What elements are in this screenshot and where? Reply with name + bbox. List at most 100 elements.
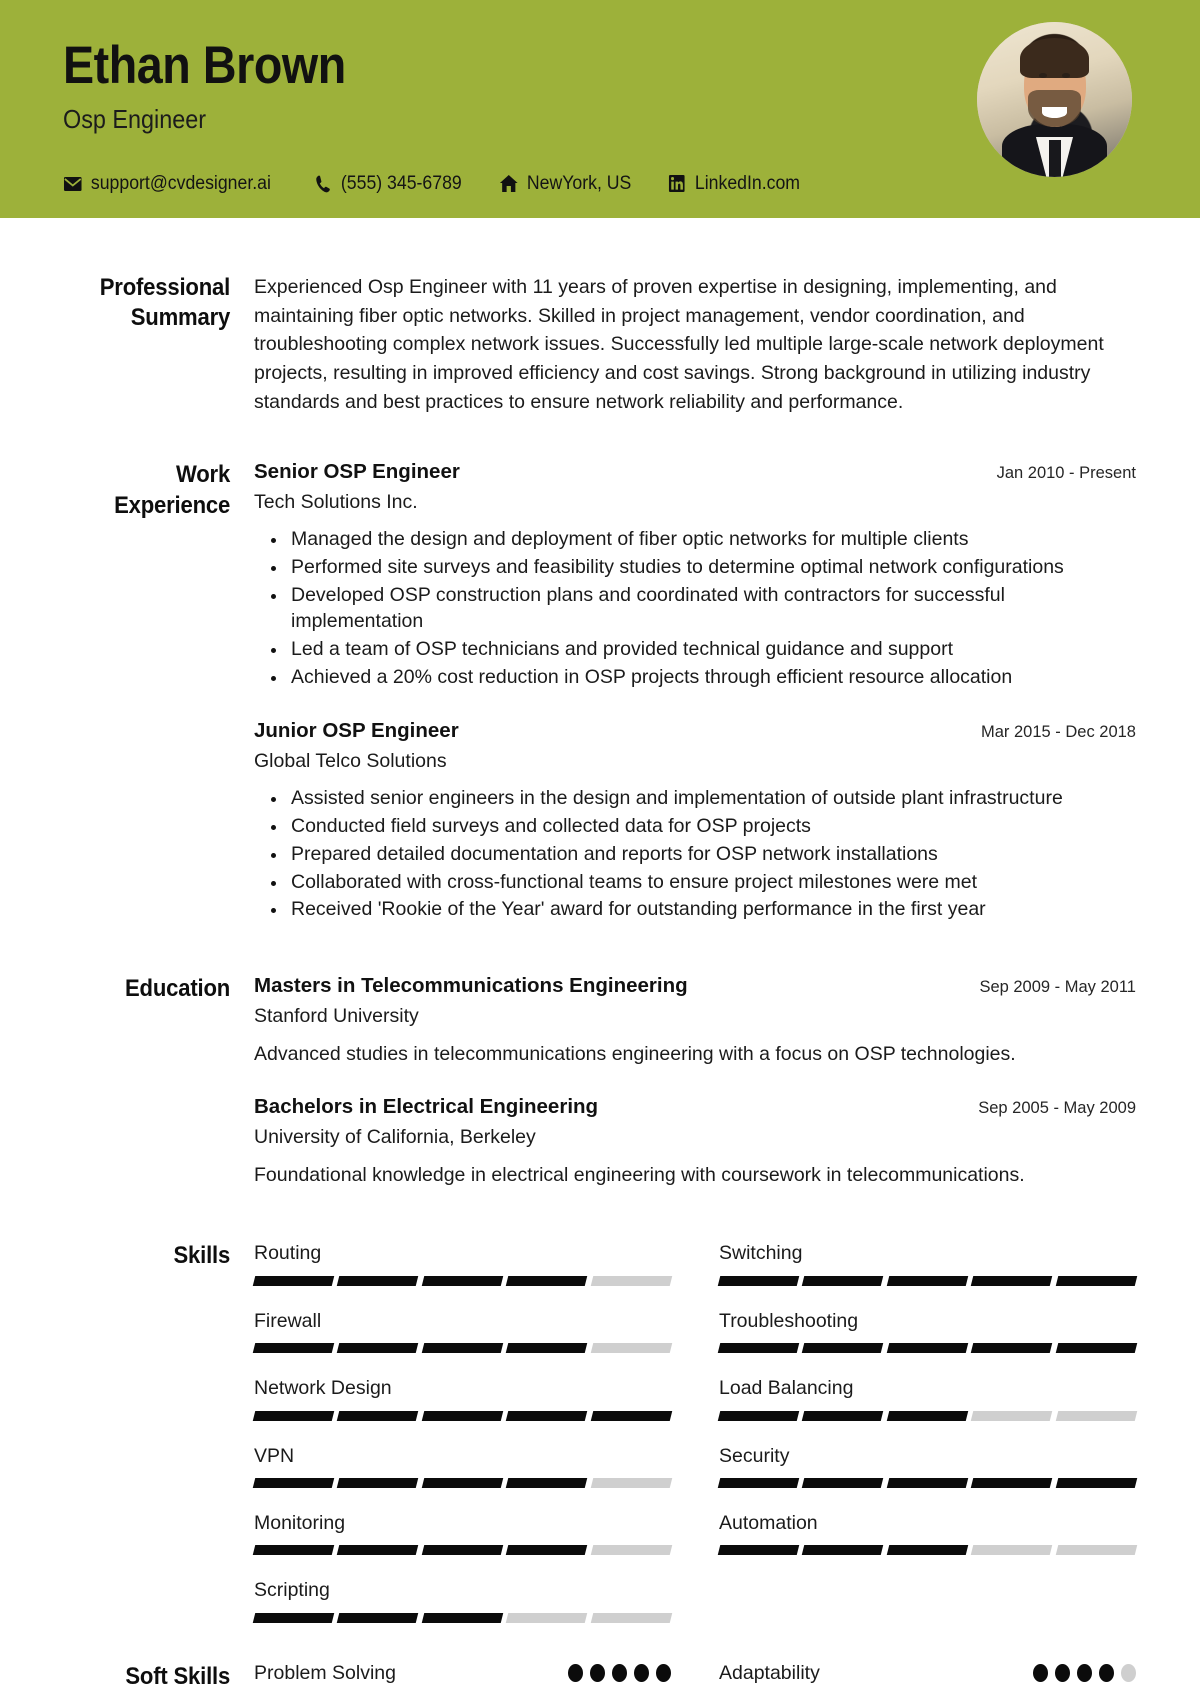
- linkedin-icon: [667, 174, 687, 193]
- skill-segment: [252, 1275, 335, 1286]
- skill-segment: [337, 1410, 420, 1421]
- skill-item: Automation: [717, 1511, 1138, 1578]
- skill-segment: [802, 1410, 885, 1421]
- skill-segment: [802, 1477, 885, 1488]
- list-item: Received 'Rookie of the Year' award for …: [271, 896, 1136, 923]
- skill-segment: [505, 1275, 588, 1286]
- contact-phone[interactable]: (555) 345-6789: [313, 172, 462, 195]
- soft-skills-grid: Problem Solving Adaptability: [254, 1662, 1136, 1685]
- skill-segment: [1055, 1410, 1138, 1421]
- work-body: Senior OSP Engineer Jan 2010 - Present T…: [254, 460, 1136, 924]
- list-item: Performed site surveys and feasibility s…: [271, 554, 1136, 581]
- section-soft-skills: Soft Skills Problem Solving Adaptability: [64, 1646, 1136, 1692]
- phone-icon: [313, 174, 333, 193]
- skill-name: Switching: [719, 1242, 803, 1265]
- avatar-tie: [1049, 139, 1061, 177]
- education-entry-description: Foundational knowledge in electrical eng…: [254, 1164, 1025, 1187]
- skill-name: Routing: [254, 1242, 322, 1265]
- education-entry-head: Masters in Telecommunications Engineerin…: [254, 974, 1136, 999]
- skill-segment: [590, 1545, 673, 1556]
- skill-segment: [421, 1275, 504, 1286]
- skill-segment: [1055, 1545, 1138, 1556]
- education-entry-school: Stanford University: [254, 1004, 419, 1027]
- skill-segment: [802, 1343, 885, 1354]
- skill-item: Firewall: [252, 1309, 673, 1376]
- section-label-summary: Professional Summary: [99, 274, 231, 332]
- work-entry-bullets: Assisted senior engineers in the design …: [254, 785, 1136, 923]
- education-body: Masters in Telecommunications Engineerin…: [254, 974, 1136, 1190]
- skill-segment: [970, 1410, 1053, 1421]
- skill-item: Troubleshooting: [717, 1309, 1138, 1376]
- skill-segment: [717, 1275, 800, 1286]
- skill-item: VPN: [252, 1444, 673, 1511]
- rating-dot: [1033, 1664, 1048, 1683]
- list-item: Prepared detailed documentation and repo…: [271, 841, 1136, 868]
- list-item: Conducted field surveys and collected da…: [271, 813, 1136, 840]
- skill-name: Firewall: [254, 1309, 322, 1332]
- rating-dot: [1077, 1664, 1092, 1683]
- skill-segment: [886, 1410, 969, 1421]
- skill-level-bar: [252, 1545, 673, 1556]
- job-title: Osp Engineer: [63, 103, 207, 134]
- skill-segment: [802, 1275, 885, 1286]
- skill-name: Security: [719, 1444, 790, 1467]
- contact-phone-text: (555) 345-6789: [340, 172, 462, 194]
- skill-item: Load Balancing: [717, 1376, 1138, 1443]
- contact-location[interactable]: NewYork, US: [499, 173, 631, 195]
- skill-segment: [1055, 1275, 1138, 1286]
- skill-level-bar: [252, 1275, 673, 1286]
- education-entry-description: Advanced studies in telecommunications e…: [254, 1042, 1016, 1065]
- skill-segment: [970, 1275, 1053, 1286]
- skill-item: Switching: [717, 1241, 1138, 1308]
- skill-segment: [717, 1477, 800, 1488]
- list-item: Collaborated with cross-functional teams…: [271, 869, 1136, 896]
- resume-body: Professional Summary Experienced Osp Eng…: [0, 218, 1200, 1692]
- section-work-experience: Work Experience Senior OSP Engineer Jan …: [64, 416, 1136, 924]
- rating-dot: [612, 1664, 627, 1683]
- contact-email[interactable]: support@cvdesigner.ai: [63, 173, 271, 195]
- list-item: Managed the design and deployment of fib…: [271, 526, 1136, 553]
- skill-segment: [886, 1275, 969, 1286]
- skill-item: Routing: [252, 1241, 673, 1308]
- skill-name: Automation: [719, 1511, 818, 1534]
- skill-name: Monitoring: [254, 1511, 346, 1534]
- skill-segment: [505, 1477, 588, 1488]
- section-professional-summary: Professional Summary Experienced Osp Eng…: [64, 218, 1136, 416]
- skill-segment: [1055, 1477, 1138, 1488]
- skill-segment: [802, 1545, 885, 1556]
- soft-skill-item: Problem Solving: [254, 1662, 671, 1685]
- skill-segment: [590, 1275, 673, 1286]
- section-label-skills: Skills: [173, 1242, 231, 1270]
- skill-segment: [252, 1545, 335, 1556]
- education-entry-school: University of California, Berkeley: [254, 1125, 536, 1148]
- skill-segment: [252, 1410, 335, 1421]
- work-entry: Senior OSP Engineer Jan 2010 - Present T…: [254, 460, 1136, 690]
- work-entry-list: Senior OSP Engineer Jan 2010 - Present T…: [254, 460, 1136, 923]
- skill-segment: [252, 1477, 335, 1488]
- education-entry-date: Sep 2009 - May 2011: [979, 977, 1136, 996]
- skill-level-bar: [252, 1477, 673, 1488]
- rating-dot: [590, 1664, 605, 1683]
- avatar-hair: [1020, 37, 1089, 78]
- skill-level-bar: [252, 1612, 673, 1623]
- skill-segment: [337, 1612, 420, 1623]
- skill-name: VPN: [254, 1444, 295, 1467]
- skill-segment: [590, 1612, 673, 1623]
- skill-segment: [886, 1477, 969, 1488]
- rating-dot: [1055, 1664, 1070, 1683]
- soft-skills-body: Problem Solving Adaptability: [254, 1662, 1136, 1685]
- contact-linkedin[interactable]: LinkedIn.com: [667, 173, 800, 195]
- section-education: Education Masters in Telecommunications …: [64, 924, 1136, 1190]
- education-entry-date: Sep 2005 - May 2009: [978, 1099, 1136, 1118]
- skill-segment: [717, 1545, 800, 1556]
- contact-email-text: support@cvdesigner.ai: [90, 172, 271, 194]
- skill-segment: [505, 1612, 588, 1623]
- skill-name: Scripting: [254, 1579, 330, 1602]
- work-entry-date: Mar 2015 - Dec 2018: [980, 723, 1136, 742]
- skill-segment: [886, 1343, 969, 1354]
- skill-segment: [970, 1477, 1053, 1488]
- education-entry-list: Masters in Telecommunications Engineerin…: [254, 974, 1136, 1190]
- skill-segment: [421, 1343, 504, 1354]
- skill-segment: [421, 1410, 504, 1421]
- avatar: [977, 22, 1132, 177]
